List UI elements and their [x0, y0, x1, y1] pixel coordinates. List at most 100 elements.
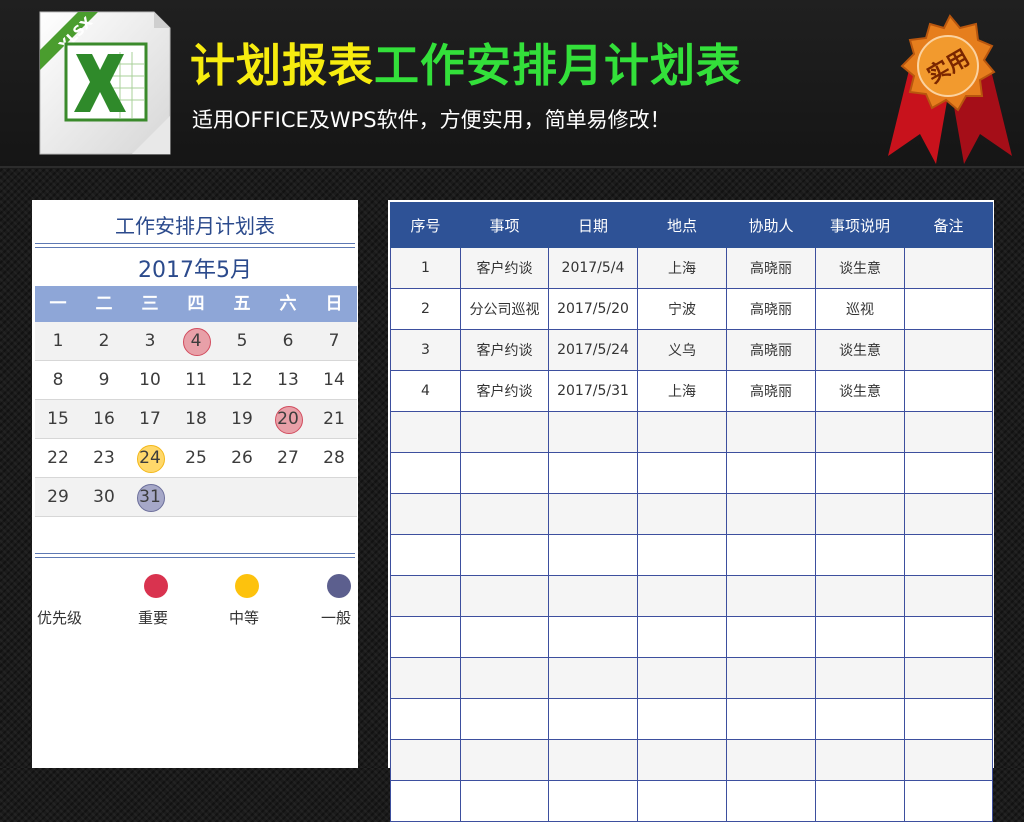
table-cell[interactable] [637, 657, 727, 699]
table-cell[interactable] [637, 698, 727, 740]
calendar-day[interactable]: 27 [265, 439, 311, 477]
calendar-day[interactable]: 28 [311, 439, 357, 477]
table-cell[interactable]: 2017/5/4 [548, 247, 638, 289]
table-cell[interactable] [637, 780, 727, 822]
table-cell[interactable]: 谈生意 [815, 247, 905, 289]
calendar-day[interactable]: 18 [173, 400, 219, 438]
calendar-day[interactable]: 21 [311, 400, 357, 438]
calendar-day[interactable]: 5 [219, 322, 265, 360]
calendar-day[interactable]: 12 [219, 361, 265, 399]
table-cell[interactable]: 谈生意 [815, 329, 905, 371]
calendar-day[interactable]: 13 [265, 361, 311, 399]
table-cell[interactable] [548, 739, 638, 781]
table-cell[interactable] [815, 657, 905, 699]
table-cell[interactable] [548, 575, 638, 617]
calendar-day[interactable]: 1 [35, 322, 81, 360]
table-cell[interactable] [815, 575, 905, 617]
table-cell[interactable] [904, 329, 993, 371]
table-cell[interactable] [726, 452, 816, 494]
table-cell[interactable] [904, 288, 993, 330]
table-cell[interactable] [460, 411, 549, 453]
table-cell[interactable] [904, 493, 993, 535]
table-cell[interactable] [904, 411, 993, 453]
table-cell[interactable]: 3 [390, 329, 461, 371]
table-cell[interactable] [548, 657, 638, 699]
calendar-day[interactable]: 4 [173, 322, 219, 360]
table-cell[interactable] [726, 739, 816, 781]
table-cell[interactable]: 义乌 [637, 329, 727, 371]
table-cell[interactable]: 2 [390, 288, 461, 330]
table-cell[interactable] [548, 493, 638, 535]
calendar-day[interactable]: 9 [81, 361, 127, 399]
table-cell[interactable] [390, 575, 461, 617]
table-cell[interactable] [548, 411, 638, 453]
table-cell[interactable]: 客户约谈 [460, 247, 549, 289]
table-cell[interactable]: 高晓丽 [726, 247, 816, 289]
table-cell[interactable] [904, 698, 993, 740]
table-cell[interactable] [726, 657, 816, 699]
table-cell[interactable] [637, 616, 727, 658]
table-cell[interactable] [390, 657, 461, 699]
table-cell[interactable] [904, 780, 993, 822]
table-cell[interactable] [904, 370, 993, 412]
table-cell[interactable] [904, 247, 993, 289]
table-cell[interactable] [460, 534, 549, 576]
table-cell[interactable] [726, 411, 816, 453]
table-cell[interactable]: 2017/5/20 [548, 288, 638, 330]
table-cell[interactable] [460, 780, 549, 822]
table-cell[interactable] [548, 452, 638, 494]
calendar-day[interactable]: 2 [81, 322, 127, 360]
table-cell[interactable]: 高晓丽 [726, 288, 816, 330]
table-cell[interactable] [815, 739, 905, 781]
table-cell[interactable] [637, 452, 727, 494]
calendar-day[interactable]: 17 [127, 400, 173, 438]
table-cell[interactable]: 客户约谈 [460, 370, 549, 412]
table-cell[interactable] [390, 411, 461, 453]
calendar-day[interactable]: 30 [81, 478, 127, 516]
table-cell[interactable] [815, 616, 905, 658]
calendar-day[interactable]: 19 [219, 400, 265, 438]
table-cell[interactable] [637, 493, 727, 535]
calendar-day[interactable]: 3 [127, 322, 173, 360]
table-cell[interactable] [548, 534, 638, 576]
table-cell[interactable] [904, 657, 993, 699]
table-cell[interactable] [726, 780, 816, 822]
calendar-day[interactable]: 24 [127, 439, 173, 477]
table-cell[interactable] [904, 452, 993, 494]
table-cell[interactable] [726, 534, 816, 576]
table-cell[interactable]: 宁波 [637, 288, 727, 330]
table-cell[interactable] [390, 534, 461, 576]
table-cell[interactable] [460, 452, 549, 494]
table-cell[interactable] [390, 493, 461, 535]
table-cell[interactable] [637, 534, 727, 576]
table-cell[interactable] [390, 780, 461, 822]
table-cell[interactable]: 上海 [637, 247, 727, 289]
table-cell[interactable]: 客户约谈 [460, 329, 549, 371]
table-cell[interactable] [904, 739, 993, 781]
calendar-day[interactable]: 8 [35, 361, 81, 399]
table-cell[interactable]: 2017/5/31 [548, 370, 638, 412]
table-cell[interactable] [637, 575, 727, 617]
table-cell[interactable] [726, 575, 816, 617]
table-cell[interactable]: 上海 [637, 370, 727, 412]
calendar-day[interactable]: 6 [265, 322, 311, 360]
table-cell[interactable] [904, 575, 993, 617]
calendar-day[interactable]: 29 [35, 478, 81, 516]
table-cell[interactable]: 2017/5/24 [548, 329, 638, 371]
calendar-day[interactable]: 20 [265, 400, 311, 438]
table-cell[interactable]: 4 [390, 370, 461, 412]
table-cell[interactable] [815, 698, 905, 740]
table-cell[interactable] [815, 534, 905, 576]
table-cell[interactable] [460, 575, 549, 617]
table-cell[interactable]: 高晓丽 [726, 370, 816, 412]
table-cell[interactable]: 高晓丽 [726, 329, 816, 371]
table-cell[interactable]: 分公司巡视 [460, 288, 549, 330]
table-cell[interactable] [460, 657, 549, 699]
table-cell[interactable] [815, 780, 905, 822]
calendar-day[interactable]: 15 [35, 400, 81, 438]
table-cell[interactable]: 巡视 [815, 288, 905, 330]
table-cell[interactable] [904, 616, 993, 658]
table-cell[interactable] [460, 739, 549, 781]
table-cell[interactable] [548, 698, 638, 740]
calendar-day[interactable]: 7 [311, 322, 357, 360]
